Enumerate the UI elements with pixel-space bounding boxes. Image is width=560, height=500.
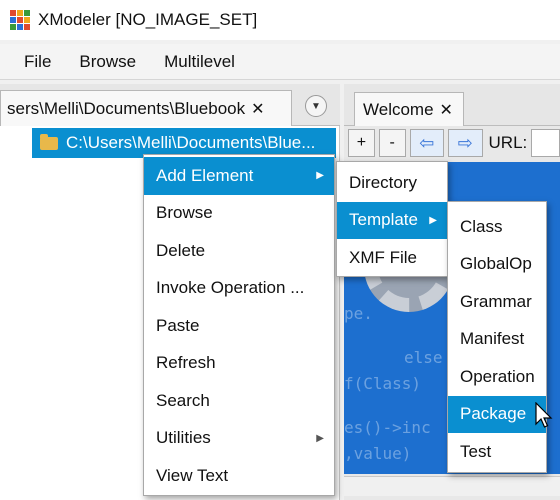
menu-item-search[interactable]: Search [144,382,334,420]
chevron-down-icon[interactable]: ▼ [305,95,327,117]
submenu-arrow-icon: ▶ [316,170,324,182]
menu-item-view-text[interactable]: View Text [144,457,334,495]
menu-item-label: Paste [156,315,200,335]
menu-item-invoke-operation[interactable]: Invoke Operation ... [144,270,334,308]
submenu-arrow-icon: ▶ [429,214,437,226]
menu-item-browse[interactable]: Browse [144,195,334,233]
menu-item-label: Class [460,216,503,236]
background-code-text: f(Class) [344,374,422,393]
left-tab-bar: sers\Melli\Documents\Bluebook ✕ ▼ [0,84,340,126]
close-icon[interactable]: ✕ [440,100,453,120]
window-title: XModeler [NO_IMAGE_SET] [38,10,258,29]
menu-item-label: Manifest [460,329,525,349]
menu-item-utilities[interactable]: Utilities ▶ [144,420,334,458]
menu-item-xmf-file[interactable]: XMF File [337,239,447,277]
zoom-out-button[interactable]: - [378,129,406,157]
menu-item-label: Add Element [156,165,254,185]
title-bar: XModeler [NO_IMAGE_SET] [0,0,560,40]
menu-item-label: View Text [156,465,229,485]
menu-item-template[interactable]: Template ▶ [337,201,447,239]
menu-item-delete[interactable]: Delete [144,232,334,270]
folder-icon [40,133,58,150]
horizontal-scrollbar[interactable] [344,476,560,496]
menu-item-class[interactable]: Class [448,208,546,246]
zoom-in-button[interactable]: + [348,129,375,157]
menu-file[interactable]: File [10,52,65,72]
menu-item-label: Template [349,210,418,230]
back-arrow-icon[interactable]: ⇦ [409,129,445,157]
menu-item-paste[interactable]: Paste [144,307,334,345]
template-submenu: Class GlobalOp Grammar Manifest Operatio… [447,201,547,473]
menu-item-label: Invoke Operation ... [156,278,305,298]
tree-item-label: C:\Users\Melli\Documents\Blue... [66,133,316,152]
background-code-text: ,value) [344,444,412,463]
menu-item-label: Directory [349,172,418,192]
background-code-text: else [404,348,443,367]
menu-browse[interactable]: Browse [65,52,150,72]
menu-item-label: Browse [156,203,213,223]
tab-label: sers\Melli\Documents\Bluebook [7,98,246,118]
menu-item-manifest[interactable]: Manifest [448,321,546,359]
close-icon[interactable]: ✕ [251,99,264,119]
menu-item-label: Test [460,441,492,461]
menu-bar: File Browse Multilevel [0,44,560,80]
menu-item-operation[interactable]: Operation [448,358,546,396]
menu-item-label: Package [460,404,527,424]
tab-label: Welcome [363,99,434,119]
url-label: URL: [488,133,528,152]
menu-item-label: GlobalOp [460,254,532,274]
menu-item-refresh[interactable]: Refresh [144,345,334,383]
menu-item-label: Search [156,390,210,410]
submenu-arrow-icon: ▶ [316,432,324,444]
menu-item-package[interactable]: Package [448,395,546,433]
menu-item-label: Utilities [156,428,211,448]
menu-item-add-element[interactable]: Add Element ▶ [144,157,334,195]
menu-item-test[interactable]: Test [448,433,546,471]
menu-item-grammar[interactable]: Grammar [448,283,546,321]
forward-arrow-icon[interactable]: ⇨ [448,129,483,157]
menu-item-label: Grammar [460,291,532,311]
menu-item-globalop[interactable]: GlobalOp [448,246,546,284]
mouse-cursor-icon [535,402,553,428]
background-code-text: es()->inc [344,418,431,437]
url-input[interactable] [531,129,560,157]
menu-item-label: Delete [156,240,206,260]
menu-item-label: Refresh [156,353,216,373]
menu-multilevel[interactable]: Multilevel [150,52,249,72]
tab-welcome[interactable]: Welcome ✕ [354,92,464,126]
menu-item-label: Operation [460,366,535,386]
right-tab-bar: Welcome ✕ [344,84,560,126]
menu-item-directory[interactable]: Directory [337,164,447,202]
menu-item-label: XMF File [349,247,417,267]
tab-bluebook[interactable]: sers\Melli\Documents\Bluebook ✕ [0,90,292,126]
add-element-submenu: Directory Template ▶ XMF File [336,161,448,277]
background-code-text: pe. [344,304,373,323]
context-menu: Add Element ▶ Browse Delete Invoke Opera… [143,154,335,496]
browser-toolbar: + - ⇦ ⇨ URL: [344,126,560,160]
app-logo-icon [10,10,30,30]
